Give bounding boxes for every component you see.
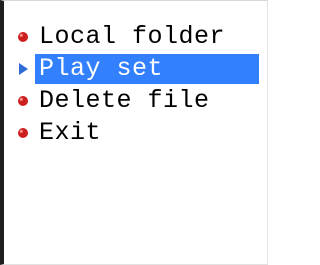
menu-item-play-set[interactable]: Play set [8,53,259,85]
menu-item-label: Local folder [39,22,226,51]
menu-item-label: Exit [39,118,102,147]
menu-list: Local folder Play set Delete file Exit [8,21,259,149]
red-dot-icon [16,30,30,44]
menu-item-delete-file[interactable]: Delete file [8,85,259,117]
blue-arrow-icon [16,62,30,76]
red-dot-icon [16,94,30,108]
menu-item-local-folder[interactable]: Local folder [8,21,259,53]
menu-item-label: Delete file [39,86,210,115]
menu-panel: Local folder Play set Delete file Exit [0,0,268,265]
menu-item-exit[interactable]: Exit [8,117,259,149]
menu-item-label: Play set [35,54,259,84]
red-dot-icon [16,126,30,140]
